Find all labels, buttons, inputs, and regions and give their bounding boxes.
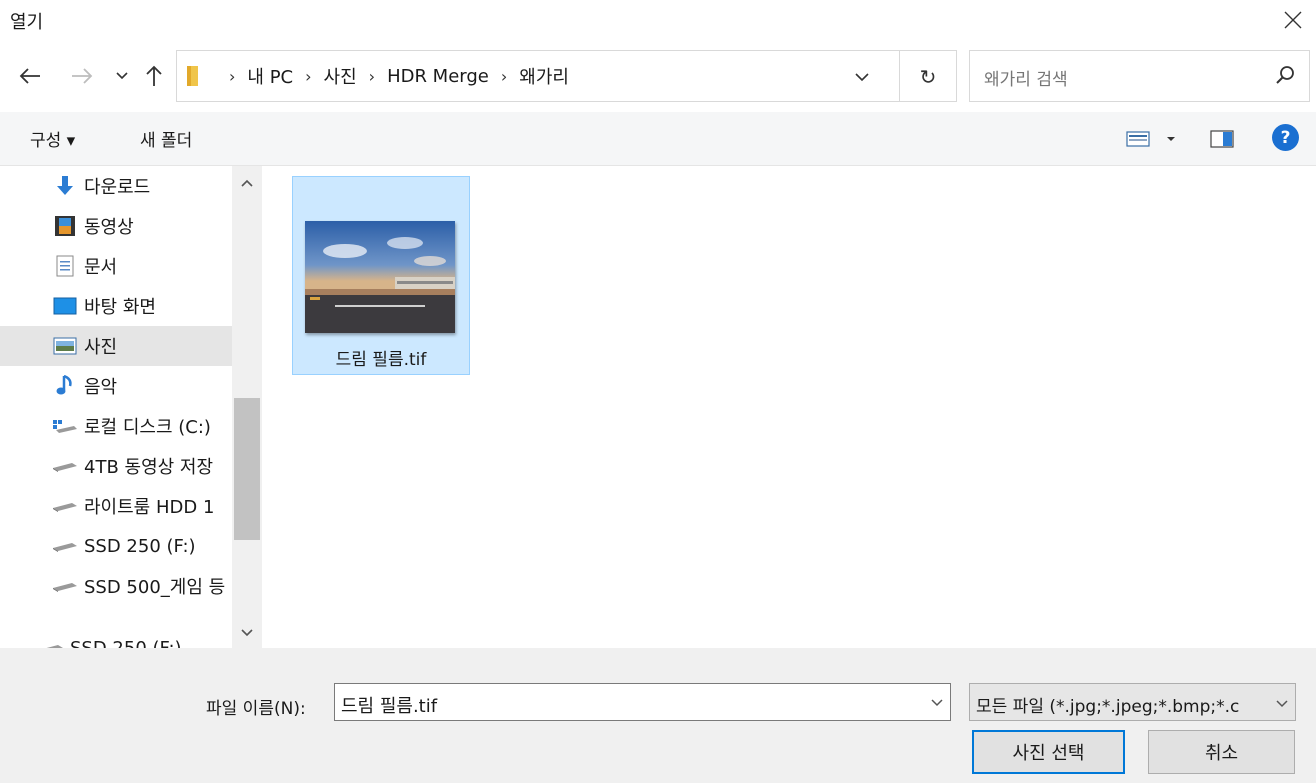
- file-item[interactable]: 드림 필름.tif: [292, 176, 470, 375]
- breadcrumb-separator: ›: [305, 66, 312, 86]
- search-icon[interactable]: [1275, 64, 1297, 86]
- help-icon[interactable]: ?: [1272, 124, 1299, 151]
- breadcrumb-item-hdr-merge[interactable]: HDR Merge: [387, 66, 489, 87]
- back-button[interactable]: [16, 62, 44, 90]
- view-icon: [1126, 131, 1150, 147]
- cancel-button[interactable]: 취소: [1148, 730, 1295, 774]
- preview-pane-button[interactable]: [1210, 126, 1234, 152]
- chevron-down-icon: [116, 72, 128, 80]
- breadcrumb-item-heron[interactable]: 왜가리: [519, 63, 569, 89]
- breadcrumb: › 내 PC › 사진 › HDR Merge › 왜가리: [185, 51, 569, 101]
- file-name-label: 드림 필름.tif: [335, 350, 427, 370]
- chevron-down-icon: [241, 629, 253, 637]
- chevron-down-icon: [1276, 700, 1288, 708]
- local-disk-icon: [52, 418, 78, 434]
- navigation-pane: 다운로드 동영상 문서 바탕 화면 사진 음악 로컬 디스크 (C:) 4TB …: [0, 166, 262, 648]
- sidebar-item-label: 사진: [84, 337, 118, 358]
- arrow-up-icon: [146, 65, 162, 86]
- search-box[interactable]: 왜가리 검색: [969, 50, 1310, 102]
- refresh-icon: ↻: [919, 65, 937, 89]
- chevron-down-icon: [1167, 137, 1175, 141]
- sidebar-item-downloads[interactable]: 다운로드: [0, 166, 232, 206]
- scroll-up-button[interactable]: [232, 170, 262, 196]
- new-folder-button[interactable]: 새 폴더: [140, 126, 192, 151]
- sidebar-item-documents[interactable]: 문서: [0, 246, 232, 286]
- sidebar-item-ssd-250[interactable]: SSD 250 (F:): [0, 526, 232, 566]
- sidebar-item-label: 문서: [84, 257, 118, 278]
- scrollbar-thumb[interactable]: [234, 398, 260, 540]
- sidebar-item-local-disk-c[interactable]: 로컬 디스크 (C:): [0, 406, 232, 446]
- dialog-footer: 파일 이름(N): 드림 필름.tif 모든 파일 (*.jpg;*.jpeg;…: [0, 648, 1316, 783]
- refresh-button[interactable]: ↻: [914, 63, 942, 91]
- address-history-button[interactable]: [848, 63, 876, 91]
- sidebar-item-label: 라이트룸 HDD 1: [84, 497, 215, 518]
- music-icon: [52, 375, 78, 397]
- download-icon: [52, 175, 78, 197]
- chevron-down-icon: [855, 72, 869, 81]
- sidebar-item-label: 4TB 동영상 저장: [84, 457, 214, 478]
- sidebar-item-label: SSD 500_게임 등: [84, 577, 226, 598]
- preview-pane-icon: [1210, 130, 1234, 148]
- breadcrumb-separator: ›: [368, 66, 376, 86]
- image-thumbnail: [305, 221, 455, 333]
- recent-locations-button[interactable]: [108, 62, 136, 90]
- pictures-icon: [52, 337, 78, 355]
- desktop-icon: [52, 297, 78, 315]
- chevron-down-icon[interactable]: [930, 692, 944, 712]
- sidebar-scrollbar[interactable]: [232, 166, 262, 648]
- sidebar-item-label: 음악: [84, 377, 118, 398]
- window-title: 열기: [10, 12, 44, 33]
- scroll-down-button[interactable]: [232, 620, 262, 646]
- sidebar-item-ssd-250-network[interactable]: SSD 250 (F:): [0, 628, 232, 648]
- file-type-select[interactable]: 모든 파일 (*.jpg;*.jpeg;*.bmp;*.c: [969, 683, 1296, 721]
- sidebar-item-music[interactable]: 음악: [0, 366, 232, 406]
- organize-button[interactable]: 구성 ▾: [30, 126, 75, 151]
- chevron-up-icon: [241, 179, 253, 187]
- up-button[interactable]: [140, 62, 168, 90]
- sidebar-item-ssd-500[interactable]: SSD 500_게임 등: [0, 566, 232, 606]
- sidebar-item-drive-lightroom[interactable]: 라이트룸 HDD 1: [0, 486, 232, 526]
- documents-icon: [52, 255, 78, 277]
- arrow-right-icon: [72, 68, 93, 84]
- sidebar-item-label: SSD 250 (F:): [84, 535, 196, 557]
- file-list: 드림 필름.tif: [262, 166, 1316, 648]
- folder-icon: [187, 66, 198, 86]
- file-type-value: 모든 파일 (*.jpg;*.jpeg;*.bmp;*.c: [976, 697, 1240, 717]
- title-bar: 열기: [0, 0, 1316, 40]
- close-button[interactable]: [1270, 0, 1316, 40]
- filename-input[interactable]: 드림 필름.tif: [334, 683, 951, 721]
- change-view-button[interactable]: [1126, 126, 1176, 152]
- sidebar-item-label: 다운로드: [84, 177, 151, 198]
- sidebar-item-pictures[interactable]: 사진: [0, 326, 232, 366]
- sidebar-item-label: 로컬 디스크 (C:): [84, 417, 211, 438]
- breadcrumb-item-pictures[interactable]: 사진: [324, 63, 357, 89]
- sidebar-item-drive-4tb[interactable]: 4TB 동영상 저장: [0, 446, 232, 486]
- sidebar-item-label: 동영상: [84, 217, 134, 238]
- drive-icon: [52, 540, 78, 552]
- forward-button[interactable]: [68, 62, 96, 90]
- address-bar[interactable]: › 내 PC › 사진 › HDR Merge › 왜가리 ↻: [176, 50, 957, 102]
- breadcrumb-separator: ›: [500, 66, 508, 86]
- arrow-left-icon: [19, 68, 40, 84]
- drive-icon: [52, 500, 78, 512]
- videos-icon: [52, 215, 78, 237]
- divider: [899, 51, 900, 101]
- search-input[interactable]: 왜가리 검색: [984, 65, 1068, 90]
- drive-icon: [52, 580, 78, 592]
- open-button[interactable]: 사진 선택: [972, 730, 1125, 774]
- command-bar: 구성 ▾ 새 폴더 ?: [0, 112, 1316, 166]
- filename-value: 드림 필름.tif: [341, 696, 438, 717]
- breadcrumb-item-my-pc[interactable]: 내 PC: [247, 63, 293, 89]
- sidebar-item-videos[interactable]: 동영상: [0, 206, 232, 246]
- sidebar-item-label: SSD 250 (F:): [70, 637, 182, 649]
- sidebar-item-desktop[interactable]: 바탕 화면: [0, 286, 232, 326]
- filename-label: 파일 이름(N):: [206, 699, 306, 719]
- sidebar-item-label: 바탕 화면: [84, 297, 156, 318]
- breadcrumb-separator: ›: [229, 66, 236, 86]
- close-icon: [1284, 11, 1302, 29]
- drive-icon: [52, 460, 78, 472]
